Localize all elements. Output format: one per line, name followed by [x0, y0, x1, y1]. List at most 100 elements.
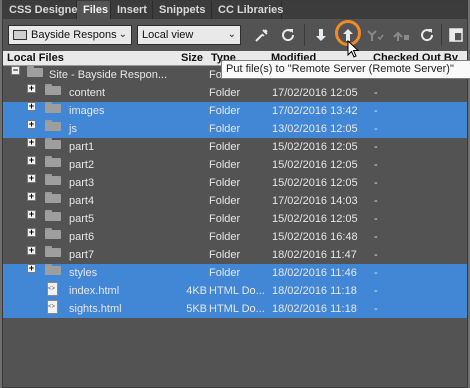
file-name: styles: [69, 267, 98, 279]
expand-panel-icon[interactable]: [446, 25, 466, 45]
expand-toggle[interactable]: +: [27, 102, 36, 111]
expand-toggle[interactable]: +: [27, 210, 36, 219]
file-row[interactable]: + styles Folder 18/02/2016 11:46 -: [3, 264, 467, 282]
file-modified: 17/02/2016 13:42: [272, 105, 358, 117]
mouse-cursor-icon: [347, 40, 359, 58]
view-select-value: Local view: [142, 29, 194, 41]
html-file-icon: [47, 300, 58, 314]
expand-toggle[interactable]: +: [27, 120, 36, 129]
files-panel: CSS Designer Files Insert Snippets CC Li…: [2, 0, 470, 388]
computer-icon: [13, 30, 27, 41]
files-toolbar: Bayside Respons ⌄ Local view ⌄: [3, 19, 467, 51]
folder-icon: [45, 210, 61, 221]
tab-snippets[interactable]: Snippets: [153, 1, 212, 19]
file-name: part4: [69, 195, 95, 207]
toolbar-separator: [441, 24, 442, 46]
file-name: part7: [69, 249, 95, 261]
site-select[interactable]: Bayside Respons ⌄: [8, 25, 132, 45]
check-in-icon[interactable]: [391, 25, 411, 45]
file-type: HTML Do...: [209, 285, 265, 297]
file-type: Folder: [209, 213, 241, 225]
folder-icon: [45, 120, 61, 131]
file-checked-out: -: [374, 195, 378, 207]
file-type: Folder: [209, 195, 241, 207]
file-name: part5: [69, 213, 95, 225]
file-row[interactable]: + part3 Folder 15/02/2016 12:05 -: [3, 174, 467, 192]
file-row[interactable]: + part5 Folder 15/02/2016 12:05 -: [3, 210, 467, 228]
expand-toggle[interactable]: +: [27, 192, 36, 201]
file-checked-out: -: [374, 87, 378, 99]
tab-insert[interactable]: Insert: [111, 1, 153, 19]
expand-toggle[interactable]: +: [27, 156, 36, 165]
file-row[interactable]: index.html 4KBHTML Do... 18/02/2016 11:18 -: [3, 282, 467, 300]
expand-toggle[interactable]: +: [27, 84, 36, 93]
file-modified: 18/02/2016 11:18: [272, 285, 357, 297]
file-modified: 17/02/2016 14:03: [272, 195, 358, 207]
expand-toggle[interactable]: +: [27, 264, 36, 273]
folder-icon: [45, 174, 61, 185]
file-type: HTML Do...: [209, 303, 265, 315]
view-select[interactable]: Local view ⌄: [137, 25, 241, 45]
file-row[interactable]: + part6 Folder 15/02/2016 16:48 -: [3, 228, 467, 246]
folder-icon: [27, 66, 43, 77]
file-modified: 17/02/2016 12:05: [272, 87, 358, 99]
file-row[interactable]: + part1 Folder 15/02/2016 12:05 -: [3, 138, 467, 156]
panel-tab-bar: CSS Designer Files Insert Snippets CC Li…: [3, 1, 467, 19]
get-down-arrow-icon[interactable]: [311, 25, 331, 45]
folder-icon: [45, 192, 61, 203]
file-name: part1: [69, 141, 95, 153]
refresh-icon[interactable]: [278, 25, 298, 45]
folder-icon: [45, 228, 61, 239]
expand-toggle[interactable]: +: [27, 246, 36, 255]
file-row[interactable]: + js Folder 13/02/2016 12:05 -: [3, 120, 467, 138]
file-modified: 18/02/2016 11:18: [272, 303, 357, 315]
tab-css-designer[interactable]: CSS Designer: [3, 1, 82, 19]
expand-toggle[interactable]: +: [27, 174, 36, 183]
file-name: index.html: [69, 285, 120, 297]
file-checked-out: -: [374, 141, 378, 153]
file-row[interactable]: + part4 Folder 17/02/2016 14:03 -: [3, 192, 467, 210]
file-type: Folder: [209, 231, 241, 243]
chevron-down-icon: ⌄: [118, 29, 127, 40]
sync-icon[interactable]: [417, 25, 437, 45]
file-type: Folder: [209, 141, 241, 153]
expand-toggle[interactable]: +: [27, 228, 36, 237]
file-name: images: [69, 105, 105, 117]
file-name: part3: [69, 177, 95, 189]
column-local-files[interactable]: Local Files: [7, 51, 177, 65]
column-size[interactable]: Size: [181, 51, 209, 65]
file-row[interactable]: + content Folder 17/02/2016 12:05 -: [3, 84, 467, 102]
file-checked-out: -: [374, 105, 378, 117]
file-modified: 15/02/2016 12:05: [272, 177, 358, 189]
file-row[interactable]: sights.html 5KBHTML Do... 18/02/2016 11:18…: [3, 300, 467, 318]
expand-toggle[interactable]: +: [27, 138, 36, 147]
file-checked-out: -: [374, 177, 378, 189]
folder-icon: [45, 84, 61, 95]
file-type: Folder: [209, 123, 241, 135]
connect-icon[interactable]: [252, 25, 272, 45]
file-row[interactable]: + part7 Folder 18/02/2016 11:47 -: [3, 246, 467, 264]
file-name: sights.html: [69, 303, 122, 315]
check-out-icon[interactable]: [365, 25, 385, 45]
file-name: part2: [69, 159, 95, 171]
folder-icon: [45, 156, 61, 167]
file-modified: 15/02/2016 12:05: [272, 141, 358, 153]
file-modified: 15/02/2016 12:05: [272, 159, 358, 171]
chevron-down-icon: ⌄: [227, 29, 236, 40]
folder-icon: [45, 102, 61, 113]
collapse-toggle[interactable]: −: [11, 66, 20, 75]
file-name: js: [69, 123, 77, 135]
tab-files[interactable]: Files: [77, 1, 111, 19]
file-type: Folder: [209, 267, 241, 279]
file-size: 4KB: [186, 285, 207, 297]
file-row[interactable]: + part2 Folder 15/02/2016 12:05 -: [3, 156, 467, 174]
file-size: 5KB: [186, 303, 207, 315]
file-modified: 18/02/2016 11:47: [272, 249, 357, 261]
file-name: part6: [69, 231, 95, 243]
tab-cc-libraries[interactable]: CC Libraries: [212, 1, 283, 19]
file-name: content: [69, 87, 106, 99]
file-row[interactable]: + images Folder 17/02/2016 13:42 -: [3, 102, 467, 120]
file-checked-out: -: [374, 159, 378, 171]
file-modified: 18/02/2016 11:46: [272, 267, 357, 279]
file-name: Site - Bayside Respon...: [49, 69, 168, 81]
